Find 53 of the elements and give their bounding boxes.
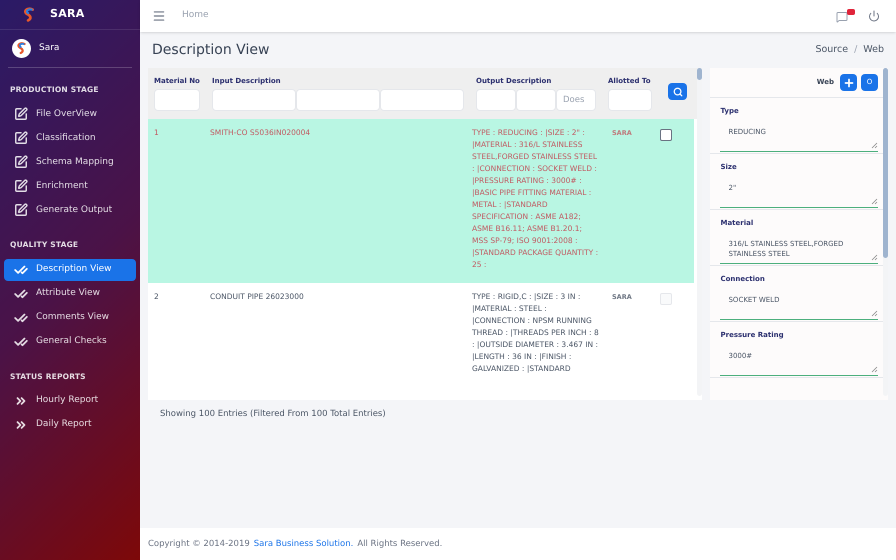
nav-item[interactable]: Daily Report — [4, 414, 136, 436]
search-icon — [672, 86, 682, 96]
resize-handle-icon — [871, 310, 878, 316]
double-check-icon — [14, 286, 28, 300]
filter-field[interactable] — [608, 88, 652, 110]
nav-item[interactable]: Comments View — [4, 306, 136, 328]
filter-field[interactable] — [154, 88, 200, 110]
resize-handle-icon — [871, 254, 878, 260]
breadcrumb-separator: / — [854, 42, 858, 57]
resize-handle-icon — [871, 366, 878, 372]
company-link[interactable]: Sara Business Solution. — [254, 538, 354, 550]
resize-handle-icon — [871, 198, 878, 204]
nav-item[interactable]: Description View — [4, 258, 136, 280]
resize-handle-icon — [871, 142, 878, 148]
nav-item[interactable]: General Checks — [4, 330, 136, 352]
edit-icon — [14, 179, 28, 194]
edit-icon — [14, 203, 28, 218]
entries-summary: Showing 100 Entries (Filtered From 100 Total Entries) — [159, 408, 387, 421]
nav-item[interactable]: File OverView — [4, 103, 136, 126]
copyright-text: Copyright © 2014-2019 — [148, 538, 250, 550]
double-check-icon — [14, 334, 28, 348]
breadcrumb-item[interactable]: Web — [863, 42, 884, 58]
rights-text: All Rights Reserved. — [357, 538, 442, 550]
double-check-icon — [14, 310, 28, 324]
plus-icon — [842, 76, 854, 88]
page-title: Description View — [152, 40, 270, 60]
search-button[interactable] — [668, 83, 687, 100]
user-name: Sara — [39, 42, 60, 55]
nav-item[interactable]: Hourly Report — [4, 390, 136, 412]
nav-item[interactable]: Classification — [4, 127, 136, 150]
breadcrumb-item[interactable]: Source — [815, 42, 848, 58]
filter-field[interactable] — [212, 88, 296, 110]
filter-field[interactable] — [296, 88, 380, 110]
table-row[interactable] — [148, 118, 694, 282]
message-icon[interactable] — [836, 9, 852, 23]
filter-field[interactable]: Does — [556, 88, 596, 110]
add-button[interactable] — [840, 74, 857, 91]
brand-name: SARA — [50, 6, 85, 22]
filter-field[interactable] — [516, 88, 556, 110]
power-icon[interactable] — [868, 10, 880, 22]
avatar-logo-icon — [12, 39, 31, 58]
nav-item[interactable]: Enrichment — [4, 175, 136, 198]
edit-icon — [14, 131, 28, 146]
nav-item[interactable]: Schema Mapping — [4, 151, 136, 174]
filter-field[interactable] — [476, 88, 516, 110]
filter-field[interactable] — [380, 88, 464, 110]
edit-icon — [14, 107, 28, 122]
menu-icon[interactable] — [152, 9, 166, 23]
row-checkbox[interactable] — [660, 128, 672, 140]
edit-icon — [14, 155, 28, 170]
nav-item[interactable]: Generate Output — [4, 199, 136, 222]
double-check-icon — [14, 262, 28, 276]
nav-item[interactable]: Attribute View — [4, 282, 136, 304]
